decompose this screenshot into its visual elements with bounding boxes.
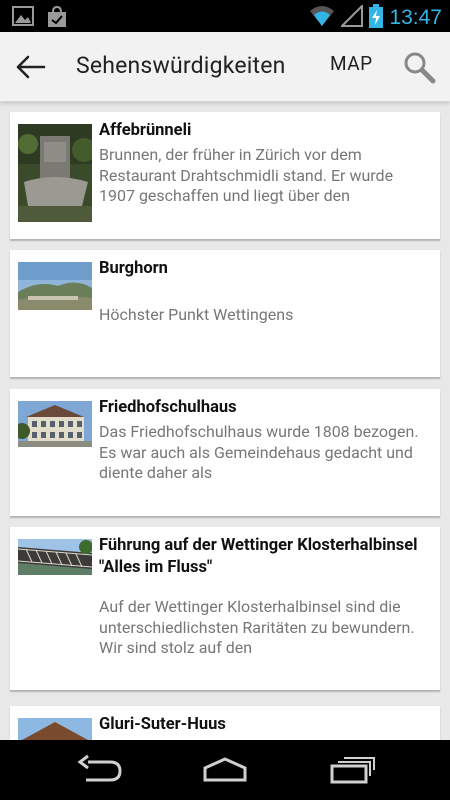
item-title: Gluri-Suter-Huus bbox=[99, 715, 226, 734]
navigation-bar bbox=[0, 740, 450, 800]
bridge-photo bbox=[18, 539, 92, 575]
battery-charging-icon bbox=[369, 4, 384, 32]
building-photo bbox=[18, 401, 92, 447]
item-title: Führung auf der Wettinger Klosterhalbins… bbox=[99, 536, 418, 577]
landscape-photo bbox=[18, 262, 92, 310]
sights-list[interactable]: Affebrünneli Brunnen, der früher in Züri… bbox=[0, 102, 450, 740]
back-button[interactable] bbox=[14, 50, 54, 84]
search-button[interactable] bbox=[402, 50, 436, 84]
nav-back-icon bbox=[77, 754, 122, 782]
page-title: Sehenswürdigkeiten bbox=[76, 52, 286, 79]
list-item[interactable]: Friedhofschulhaus Das Friedhofschulhaus … bbox=[10, 389, 440, 516]
nav-recents-button[interactable] bbox=[328, 754, 376, 786]
item-title: Friedhofschulhaus bbox=[99, 398, 237, 417]
item-description: Auf der Wettinger Klosterhalbinsel sind … bbox=[99, 597, 415, 657]
nav-home-icon bbox=[203, 757, 247, 782]
notification-icons bbox=[12, 5, 68, 32]
signal-icon bbox=[340, 3, 364, 31]
map-button[interactable]: MAP bbox=[330, 52, 373, 82]
screen: 13:47 Sehenswürdigkeiten MAP Affebrünnel… bbox=[0, 0, 450, 800]
nav-recents-icon bbox=[330, 757, 375, 784]
list-item[interactable]: Gluri-Suter-Huus bbox=[10, 706, 440, 740]
item-title: Burghorn bbox=[99, 259, 168, 278]
nav-back-button[interactable] bbox=[76, 754, 124, 786]
shopping-bag-notification-icon bbox=[46, 5, 68, 32]
item-description: Das Friedhofschulhaus wurde 1808 bezogen… bbox=[99, 422, 419, 482]
wifi-icon bbox=[309, 5, 335, 31]
action-bar: Sehenswürdigkeiten MAP bbox=[0, 32, 450, 102]
arrow-back-icon bbox=[16, 55, 46, 79]
fountain-photo bbox=[18, 124, 92, 222]
house-photo bbox=[18, 718, 92, 740]
item-description: Höchster Punkt Wettingens bbox=[99, 305, 294, 324]
system-icons: 13:47 bbox=[309, 3, 442, 32]
list-item[interactable]: Affebrünneli Brunnen, der früher in Züri… bbox=[10, 112, 440, 239]
clock: 13:47 bbox=[389, 6, 442, 29]
list-item[interactable]: Führung auf der Wettinger Klosterhalbins… bbox=[10, 527, 440, 690]
gallery-notification-icon bbox=[12, 6, 34, 32]
item-description: Brunnen, der früher in Zürich vor dem Re… bbox=[99, 145, 394, 205]
status-bar: 13:47 bbox=[0, 0, 450, 32]
nav-home-button[interactable] bbox=[201, 754, 249, 786]
search-icon bbox=[404, 52, 436, 84]
list-item[interactable]: Burghorn Höchster Punkt Wettingens bbox=[10, 250, 440, 377]
item-title: Affebrünneli bbox=[99, 121, 192, 140]
